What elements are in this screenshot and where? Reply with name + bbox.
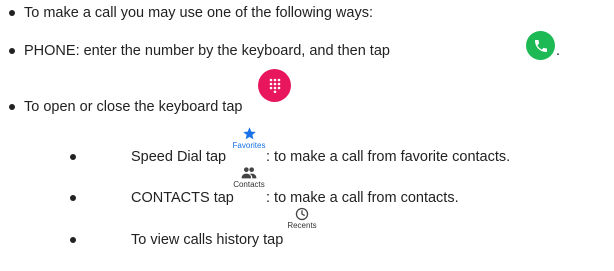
item-text: CONTACTS tap — [131, 190, 234, 206]
star-icon — [242, 127, 256, 140]
item-text: : to make a call from favorite contacts. — [266, 149, 511, 165]
people-icon — [241, 167, 257, 179]
dialpad-icon[interactable] — [258, 69, 291, 102]
item-text: : to make a call from contacts. — [266, 190, 459, 206]
bullet — [9, 48, 15, 54]
favorites-tab[interactable]: Favorites — [231, 126, 267, 150]
period-text: . — [556, 43, 561, 59]
contacts-tab[interactable]: Contacts — [231, 166, 267, 189]
item-text: PHONE: enter the number by the keyboard,… — [24, 43, 390, 59]
phone-icon[interactable] — [526, 31, 555, 60]
item-text: To open or close the keyboard tap — [24, 99, 243, 115]
bullet — [70, 195, 76, 201]
bullet — [9, 104, 15, 110]
bullet — [70, 237, 76, 243]
favorites-label: Favorites — [232, 141, 266, 150]
clock-icon — [295, 207, 309, 221]
item-text: Speed Dial tap — [131, 149, 227, 165]
bullet — [70, 154, 76, 160]
item-text: To make a call you may use one of the fo… — [24, 5, 373, 21]
recents-tab[interactable]: Recents — [286, 207, 318, 230]
recents-label: Recents — [287, 221, 317, 230]
item-text: To view calls history tap — [131, 232, 284, 248]
bullet — [9, 10, 15, 16]
contacts-label: Contacts — [233, 180, 265, 189]
